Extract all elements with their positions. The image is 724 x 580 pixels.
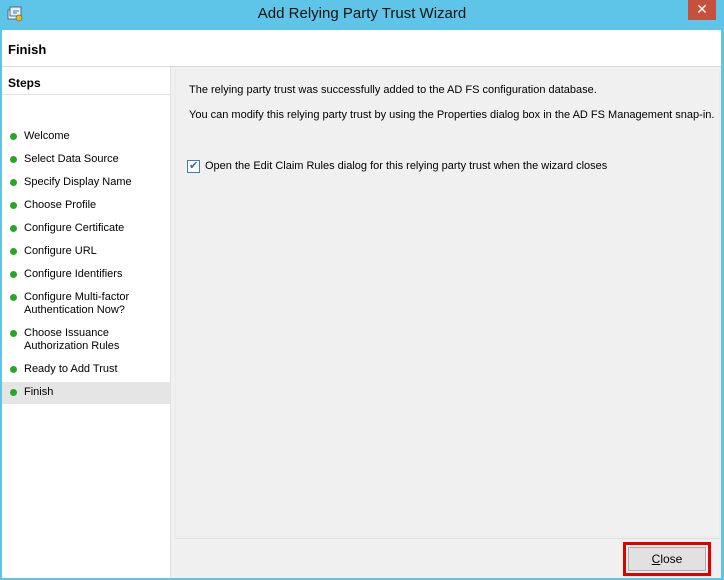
step-label-line2: Authentication Now? — [24, 304, 125, 316]
wizard-window: Add Relying Party Trust Wizard ✕ Finish … — [0, 0, 724, 580]
step-configure-url[interactable]: Configure URL — [2, 245, 170, 258]
button-bar: Close — [175, 538, 720, 578]
steps-divider — [2, 94, 170, 95]
step-label: Choose Profile — [24, 199, 97, 211]
steps-panel: Steps Welcome Select Data Source Specify… — [2, 67, 171, 578]
window-close-icon[interactable]: ✕ — [688, 0, 716, 20]
step-finish[interactable]: Finish — [2, 382, 170, 404]
page-header: Finish — [2, 30, 721, 67]
step-complete-icon — [10, 366, 17, 373]
step-complete-icon — [10, 330, 17, 337]
step-label-line1: Choose Issuance — [24, 327, 109, 339]
step-label-line2: Authorization Rules — [24, 340, 120, 352]
step-label: Configure Certificate — [24, 222, 125, 234]
step-ready-to-add-trust[interactable]: Ready to Add Trust — [2, 363, 170, 376]
step-complete-icon — [10, 294, 17, 301]
edit-claim-rules-label[interactable]: Open the Edit Claim Rules dialog for thi… — [205, 160, 607, 172]
step-label: Finish — [24, 386, 54, 398]
success-message: The relying party trust was successfully… — [189, 84, 597, 96]
close-button-highlight — [623, 542, 711, 576]
window-title: Add Relying Party Trust Wizard — [257, 5, 467, 22]
step-label: Select Data Source — [24, 153, 119, 165]
checkmark-icon: ✔ — [189, 159, 199, 172]
step-configure-multi-factor[interactable]: Configure Multi-factor Authentication No… — [2, 291, 170, 317]
step-complete-icon — [10, 179, 17, 186]
step-choose-profile[interactable]: Choose Profile — [2, 199, 170, 212]
step-complete-icon — [10, 225, 17, 232]
step-label-line1: Configure Multi-factor — [24, 291, 130, 303]
step-complete-icon — [10, 248, 17, 255]
step-complete-icon — [10, 133, 17, 140]
step-complete-icon — [10, 202, 17, 209]
steps-heading: Steps — [8, 76, 41, 90]
title-bar[interactable]: Add Relying Party Trust Wizard ✕ — [0, 0, 724, 30]
step-specify-display-name[interactable]: Specify Display Name — [2, 176, 170, 189]
step-label: Welcome — [24, 130, 70, 142]
step-label: Configure URL — [24, 245, 97, 257]
wizard-client-area: Finish Steps Welcome Select Data Source … — [2, 30, 721, 578]
step-choose-issuance-authorization-rules[interactable]: Choose Issuance Authorization Rules — [2, 327, 170, 353]
step-configure-certificate[interactable]: Configure Certificate — [2, 222, 170, 235]
page-title: Finish — [8, 42, 47, 57]
step-label: Configure Identifiers — [24, 268, 123, 280]
step-configure-identifiers[interactable]: Configure Identifiers — [2, 268, 170, 281]
step-complete-icon — [10, 389, 17, 396]
modify-message: You can modify this relying party trust … — [189, 109, 715, 121]
step-label: Ready to Add Trust — [24, 363, 118, 375]
step-welcome[interactable]: Welcome — [2, 130, 170, 143]
step-complete-icon — [10, 156, 17, 163]
step-complete-icon — [10, 271, 17, 278]
edit-claim-rules-checkbox[interactable]: ✔ — [187, 159, 200, 173]
step-label: Specify Display Name — [24, 176, 132, 188]
step-select-data-source[interactable]: Select Data Source — [2, 153, 170, 166]
finish-content-panel: The relying party trust was successfully… — [175, 70, 720, 537]
